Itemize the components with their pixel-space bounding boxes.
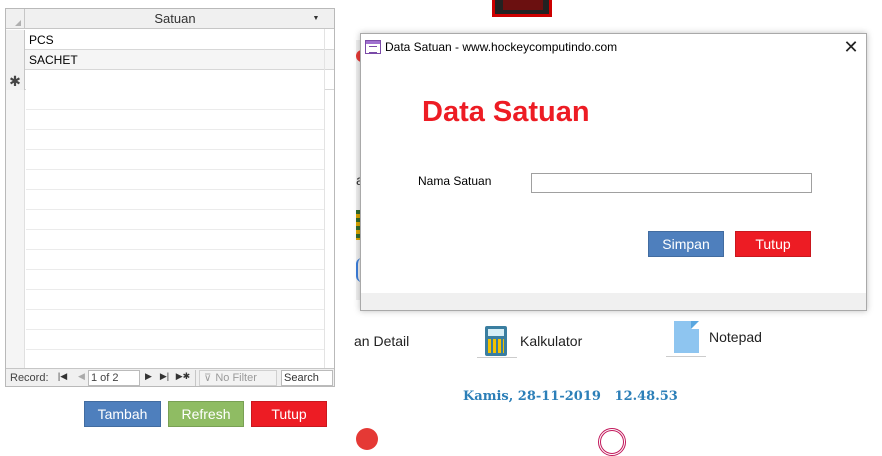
dialog-footer xyxy=(361,293,866,310)
tutup-button[interactable]: Tutup xyxy=(251,401,327,427)
last-record-icon[interactable]: ▶| xyxy=(159,371,170,382)
search-input[interactable]: Search xyxy=(281,370,333,386)
new-record-icon[interactable]: ✱ xyxy=(6,70,25,90)
table-row[interactable]: PCS xyxy=(6,30,334,50)
menu-icon-fragment xyxy=(356,428,378,450)
filter-icon: ⊽ xyxy=(204,373,212,384)
subform-pane: Satuan ▼ PCS SACHET ✱ Record: |◀ ◀ 1 of … xyxy=(0,0,356,438)
select-all-corner[interactable] xyxy=(6,9,25,29)
cell-new-satuan[interactable] xyxy=(26,70,325,90)
header-image xyxy=(492,0,552,17)
fingerprint-icon xyxy=(598,428,626,456)
menu-item-kalkulator[interactable]: Kalkulator xyxy=(520,333,582,349)
first-record-icon[interactable]: |◀ xyxy=(57,371,68,382)
table-row[interactable]: SACHET xyxy=(6,50,334,70)
data-satuan-dialog: Data Satuan - www.hockeycomputindo.com ✕… xyxy=(360,33,867,311)
record-navigation-bar: Record: |◀ ◀ 1 of 2 ▶ ▶| ▶✱ ⊽ No Filter S… xyxy=(6,368,334,386)
notepad-underline xyxy=(666,356,706,357)
nama-satuan-input[interactable] xyxy=(531,173,812,193)
next-record-icon[interactable]: ▶ xyxy=(143,371,154,382)
satuan-datasheet: Satuan ▼ PCS SACHET ✱ Record: |◀ ◀ 1 of … xyxy=(5,8,335,387)
tutup-dialog-button[interactable]: Tutup xyxy=(735,231,811,257)
row-selector[interactable] xyxy=(6,30,25,50)
grid-divider xyxy=(324,29,325,370)
column-dropdown-icon[interactable]: ▼ xyxy=(308,9,324,29)
cell-satuan[interactable]: PCS xyxy=(26,30,325,50)
no-filter-button[interactable]: ⊽ No Filter xyxy=(199,370,277,386)
refresh-button[interactable]: Refresh xyxy=(168,401,244,427)
empty-selector-column xyxy=(6,90,25,370)
nama-satuan-label: Nama Satuan xyxy=(418,174,492,188)
new-record-row[interactable]: ✱ xyxy=(6,70,334,90)
record-label: Record: xyxy=(10,372,49,384)
calculator-icon[interactable] xyxy=(485,326,507,356)
cell-satuan[interactable]: SACHET xyxy=(26,50,325,70)
row-selector[interactable] xyxy=(6,50,25,70)
nav-divider xyxy=(195,370,196,386)
previous-record-icon[interactable]: ◀ xyxy=(76,371,87,382)
form-icon xyxy=(365,40,381,54)
simpan-button[interactable]: Simpan xyxy=(648,231,724,257)
new-record-nav-icon[interactable]: ▶✱ xyxy=(175,371,191,382)
datasheet-header: Satuan ▼ xyxy=(6,9,334,29)
record-position-input[interactable]: 1 of 2 xyxy=(88,370,140,386)
close-icon[interactable]: ✕ xyxy=(836,34,866,61)
menu-item-notepad[interactable]: Notepad xyxy=(709,329,762,345)
calculator-underline xyxy=(477,357,517,358)
column-header-satuan[interactable]: Satuan xyxy=(26,9,324,29)
empty-grid-area xyxy=(26,90,324,370)
no-filter-label: No Filter xyxy=(215,372,257,384)
date-time-display: Kamis, 28-11-2019 12.48.53 xyxy=(463,389,678,404)
dialog-titlebar[interactable]: Data Satuan - www.hockeycomputindo.com ✕ xyxy=(361,34,866,61)
dialog-body: Data Satuan Nama Satuan Simpan Tutup xyxy=(361,61,866,293)
notepad-icon[interactable] xyxy=(674,321,699,353)
menu-item-detail[interactable]: an Detail xyxy=(354,333,409,349)
tambah-button[interactable]: Tambah xyxy=(84,401,161,427)
dialog-title: Data Satuan - www.hockeycomputindo.com xyxy=(385,40,618,54)
form-heading: Data Satuan xyxy=(422,96,590,128)
